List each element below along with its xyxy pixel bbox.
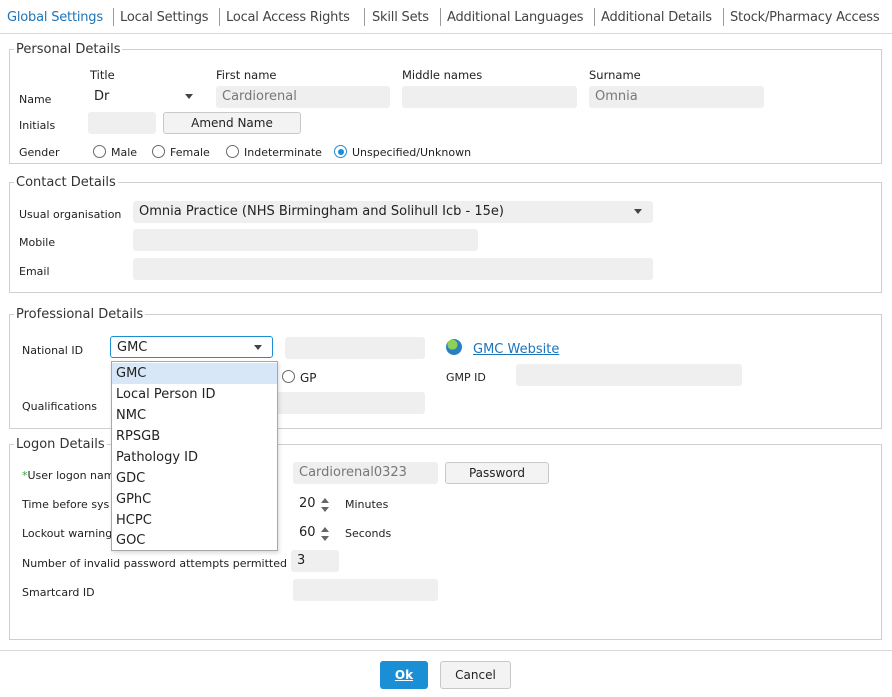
gmc-website-link[interactable]: GMC Website	[473, 342, 559, 357]
spinner-arrows-icon[interactable]	[320, 496, 330, 514]
amend-name-button[interactable]: Amend Name	[163, 112, 301, 134]
invalid-attempts-field[interactable]: 3	[291, 550, 339, 572]
title-select-value: Dr	[94, 89, 110, 104]
middle-names-field[interactable]	[402, 86, 577, 108]
gender-indeterminate-radio[interactable]	[226, 145, 239, 158]
surname-header: Surname	[589, 68, 641, 82]
email-field[interactable]	[133, 258, 653, 280]
invalid-attempts-label: Number of invalid password attempts perm…	[22, 557, 287, 570]
gender-male-label: Male	[111, 146, 138, 159]
user-logon-label: *User logon nam	[22, 469, 115, 482]
gender-unspecified-radio[interactable]	[334, 145, 347, 158]
tab-local-access-rights[interactable]: Local Access Rights	[226, 10, 350, 25]
tab-additional-languages[interactable]: Additional Languages	[447, 10, 584, 25]
dropdown-option-gdc[interactable]: GDC	[112, 468, 277, 489]
tab-separator	[219, 8, 220, 26]
dropdown-option-local-person-id[interactable]: Local Person ID	[112, 384, 277, 405]
gender-female-radio[interactable]	[152, 145, 165, 158]
chevron-down-icon	[254, 345, 262, 350]
tab-stock-pharmacy-access[interactable]: Stock/Pharmacy Access	[730, 10, 880, 25]
usual-organisation-value: Omnia Practice (NHS Birmingham and Solih…	[139, 204, 504, 219]
tab-separator	[364, 8, 365, 26]
dropdown-option-gmc[interactable]: GMC	[112, 363, 277, 384]
first-name-header: First name	[216, 68, 277, 82]
tab-separator	[440, 8, 441, 26]
national-id-select-value: GMC	[117, 340, 148, 355]
time-before-label: Time before sys	[22, 498, 110, 511]
tab-separator	[113, 8, 114, 26]
smartcard-id-label: Smartcard ID	[22, 586, 95, 599]
gender-female-label: Female	[170, 146, 210, 159]
qualifications-label: Qualifications	[22, 400, 98, 413]
initials-label: Initials	[19, 119, 56, 132]
middle-names-header: Middle names	[402, 68, 483, 82]
national-id-number-field[interactable]	[285, 337, 425, 359]
dropdown-option-nmc[interactable]: NMC	[112, 405, 277, 426]
surname-field[interactable]: Omnia	[589, 86, 764, 108]
lockout-warning-stepper[interactable]: 60	[293, 522, 338, 544]
dropdown-option-rpsgb[interactable]: RPSGB	[112, 426, 277, 447]
mobile-label: Mobile	[19, 236, 56, 249]
password-button[interactable]: Password	[445, 462, 549, 484]
ok-button[interactable]: Ok	[380, 661, 428, 689]
national-id-label: National ID	[22, 344, 84, 357]
dropdown-option-gphc[interactable]: GPhC	[112, 489, 277, 510]
professional-details-legend: Professional Details	[16, 307, 144, 322]
gp-label: GP	[300, 371, 317, 385]
usual-organisation-label: Usual organisation	[19, 208, 122, 221]
cancel-button[interactable]: Cancel	[440, 661, 511, 689]
national-id-dropdown-list: GMC Local Person ID NMC RPSGB Pathology …	[111, 361, 278, 551]
tab-bar: Global Settings Local Settings Local Acc…	[0, 0, 892, 34]
gender-male-radio[interactable]	[93, 145, 106, 158]
spinner-arrows-icon[interactable]	[320, 525, 330, 543]
tab-global-settings[interactable]: Global Settings	[7, 10, 103, 25]
logon-details-legend: Logon Details	[16, 437, 105, 452]
dropdown-option-hcpc[interactable]: HCPC	[112, 510, 277, 531]
national-id-select[interactable]: GMC	[110, 336, 273, 358]
user-logon-field[interactable]: Cardiorenal0323	[293, 462, 438, 484]
usual-organisation-select[interactable]: Omnia Practice (NHS Birmingham and Solih…	[133, 201, 653, 223]
gender-indeterminate-label: Indeterminate	[244, 146, 322, 159]
chevron-down-icon	[634, 209, 642, 214]
smartcard-id-field[interactable]	[293, 579, 438, 601]
qualifications-field[interactable]	[275, 392, 425, 414]
gender-unspecified-label: Unspecified/Unknown	[352, 146, 472, 159]
mobile-field[interactable]	[133, 229, 478, 251]
tab-separator	[594, 8, 595, 26]
lockout-warning-unit: Seconds	[345, 527, 392, 540]
email-label: Email	[19, 265, 50, 278]
tab-local-settings[interactable]: Local Settings	[120, 10, 209, 25]
personal-details-legend: Personal Details	[16, 42, 121, 57]
title-header: Title	[90, 68, 115, 82]
gmp-id-field[interactable]	[516, 364, 742, 386]
dropdown-option-pathology-id[interactable]: Pathology ID	[112, 447, 277, 468]
gender-label: Gender	[19, 146, 60, 159]
initials-field[interactable]	[88, 112, 156, 134]
time-before-unit: Minutes	[345, 498, 389, 511]
name-label: Name	[19, 93, 52, 106]
globe-icon	[446, 339, 462, 355]
chevron-down-icon	[185, 94, 193, 99]
gp-radio[interactable]	[282, 370, 295, 383]
tab-skill-sets[interactable]: Skill Sets	[372, 10, 429, 25]
contact-details-legend: Contact Details	[16, 175, 116, 190]
time-before-stepper[interactable]: 20	[293, 493, 338, 515]
lockout-warning-label: Lockout warning	[22, 527, 113, 540]
footer-divider	[0, 650, 892, 651]
first-name-field[interactable]: Cardiorenal	[216, 86, 390, 108]
dropdown-option-goc[interactable]: GOC	[112, 530, 277, 551]
tab-additional-details[interactable]: Additional Details	[601, 10, 712, 25]
gmp-id-label: GMP ID	[446, 371, 486, 384]
tab-separator	[723, 8, 724, 26]
